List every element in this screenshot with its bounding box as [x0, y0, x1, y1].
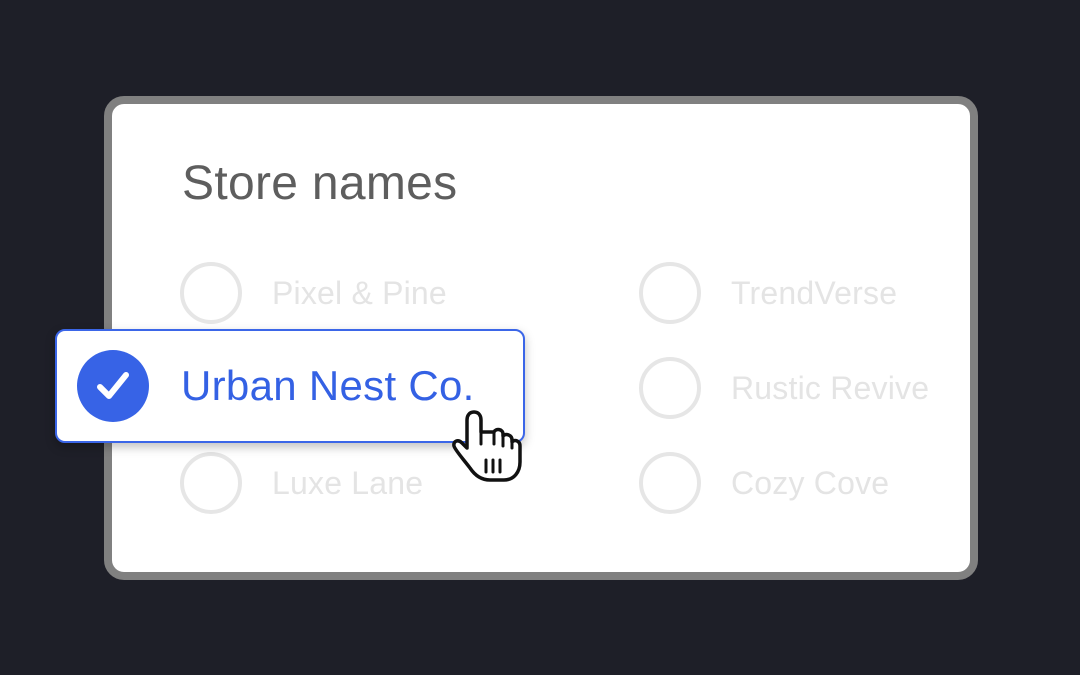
- radio-button[interactable]: [639, 452, 701, 514]
- option-label: Rustic Revive: [731, 369, 930, 406]
- radio-button[interactable]: [639, 357, 701, 419]
- option-pixel-pine[interactable]: Pixel & Pine: [180, 261, 447, 325]
- check-icon[interactable]: [77, 350, 149, 422]
- option-cozy-cove[interactable]: Cozy Cove: [639, 451, 889, 515]
- option-luxe-lane[interactable]: Luxe Lane: [180, 451, 423, 515]
- option-label: Pixel & Pine: [272, 274, 447, 311]
- card-title: Store names: [182, 157, 458, 210]
- option-label: TrendVerse: [731, 274, 898, 311]
- radio-button[interactable]: [180, 262, 242, 324]
- stage: Store names Pixel & Pine Luxe Lane Trend…: [0, 0, 1080, 675]
- option-trendverse[interactable]: TrendVerse: [639, 261, 897, 325]
- radio-button[interactable]: [180, 452, 242, 514]
- option-label: Luxe Lane: [272, 464, 424, 501]
- hand-pointer-icon: [452, 410, 522, 482]
- radio-button[interactable]: [639, 262, 701, 324]
- option-label: Cozy Cove: [731, 464, 890, 501]
- option-rustic-revive[interactable]: Rustic Revive: [639, 356, 929, 420]
- option-label: Urban Nest Co.: [181, 362, 475, 409]
